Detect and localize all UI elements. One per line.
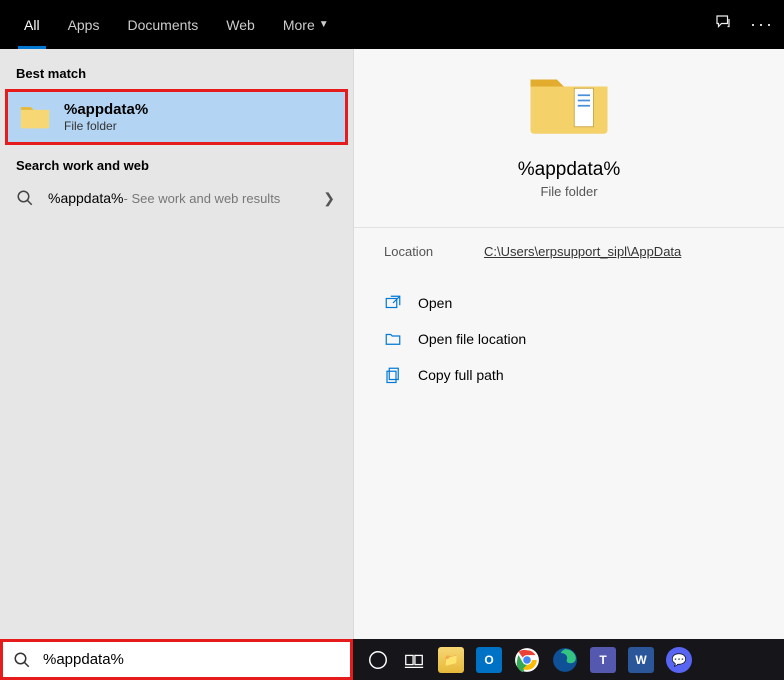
tab-more[interactable]: More ▼ [269,0,343,49]
search-results-main: Best match %appdata% File folder Search … [0,49,784,639]
feedback-icon[interactable] [714,13,732,36]
search-icon [13,651,31,669]
web-search-result[interactable]: %appdata% - See work and web results ❯ [0,181,353,215]
tab-more-label: More [283,17,315,33]
action-open-label: Open [418,295,452,311]
folder-icon [18,100,52,134]
open-icon [384,294,402,312]
more-options-icon[interactable]: ··· [750,14,774,35]
action-copy-path[interactable]: Copy full path [384,357,754,393]
tab-apps[interactable]: Apps [54,0,114,49]
preview-subtitle: File folder [540,184,597,199]
best-match-heading: Best match [0,63,353,89]
taskbar-app-edge[interactable] [549,646,581,674]
search-filter-topbar: All Apps Documents Web More ▼ ··· [0,0,784,49]
results-left-pane: Best match %appdata% File folder Search … [0,49,353,639]
tab-documents[interactable]: Documents [113,0,212,49]
best-match-subtitle: File folder [64,119,148,133]
search-input[interactable] [43,651,340,668]
tab-all[interactable]: All [10,0,54,49]
chevron-down-icon: ▼ [319,19,329,30]
action-open[interactable]: Open [384,285,754,321]
folder-open-icon [384,330,402,348]
best-match-result[interactable]: %appdata% File folder [5,89,348,145]
taskbar-app-teams[interactable]: T [587,646,619,674]
task-view-icon[interactable] [399,645,429,675]
taskbar-app-outlook[interactable]: O [473,646,505,674]
tab-web[interactable]: Web [212,0,269,49]
copy-icon [384,366,402,384]
web-result-hint: - See work and web results [124,191,281,206]
preview-pane: %appdata% File folder Location C:\Users\… [353,49,784,639]
taskbar: 📁 O T W 💬 [353,639,784,680]
taskbar-app-explorer[interactable]: 📁 [435,646,467,674]
preview-actions: Open Open file location Copy full path [354,281,784,397]
action-open-location-label: Open file location [418,331,526,347]
action-copy-path-label: Copy full path [418,367,504,383]
bottom-bar: 📁 O T W 💬 [0,639,784,680]
web-result-query: %appdata% [48,190,124,206]
cortana-icon[interactable] [363,645,393,675]
search-box[interactable] [0,639,353,680]
taskbar-app-word[interactable]: W [625,646,657,674]
chevron-right-icon[interactable]: ❯ [323,190,335,207]
taskbar-app-chrome[interactable] [511,646,543,674]
taskbar-app-discord[interactable]: 💬 [663,646,695,674]
best-match-title: %appdata% [64,101,148,118]
location-label: Location [384,244,484,259]
action-open-location[interactable]: Open file location [384,321,754,357]
web-section-heading: Search work and web [0,155,353,181]
folder-large-icon [524,69,614,139]
preview-details: Location C:\Users\erpsupport_sipl\AppDat… [354,227,784,259]
preview-title: %appdata% [518,159,620,181]
search-icon [16,189,34,207]
location-value[interactable]: C:\Users\erpsupport_sipl\AppData [484,244,754,259]
